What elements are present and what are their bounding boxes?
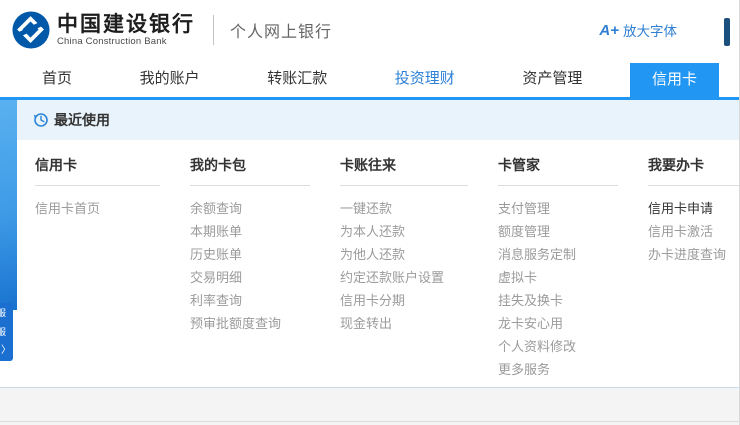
menu-item[interactable]: 为他人还款	[340, 243, 498, 266]
font-zoom-a-plus-icon: A+	[599, 22, 619, 39]
left-floating-banner	[0, 100, 17, 310]
menu-column-title: 信用卡	[35, 155, 160, 186]
online-banking-page: 中国建设银行 China Construction Bank 个人网上银行 A+…	[0, 0, 740, 425]
footer-divider	[0, 421, 739, 422]
menu-item[interactable]: 龙卡安心用	[498, 312, 648, 335]
menu-item[interactable]: 挂失及换卡	[498, 289, 648, 312]
credit-card-megamenu: 最近使用 信用卡信用卡首页我的卡包余额查询本期账单历史账单交易明细利率查询预审批…	[0, 100, 739, 387]
menu-item[interactable]: 信用卡分期	[340, 289, 498, 312]
menu-item[interactable]: 额度管理	[498, 220, 648, 243]
menu-column: 卡管家支付管理额度管理消息服务定制虚拟卡挂失及换卡龙卡安心用个人资料修改更多服务	[498, 155, 648, 381]
menu-item[interactable]: 利率查询	[190, 289, 340, 312]
menu-item[interactable]: 消息服务定制	[498, 243, 648, 266]
side-widget-text-fragment: 服	[0, 308, 6, 318]
menu-column-title: 我要办卡	[648, 155, 739, 186]
recent-used-bar: 最近使用	[0, 100, 739, 140]
megamenu-columns: 信用卡信用卡首页我的卡包余额查询本期账单历史账单交易明细利率查询预审批额度查询卡…	[0, 140, 739, 381]
menu-item[interactable]: 支付管理	[498, 197, 648, 220]
menu-column: 我要办卡信用卡申请信用卡激活办卡进度查询	[648, 155, 739, 381]
header: 中国建设银行 China Construction Bank 个人网上银行 A+…	[0, 0, 739, 60]
main-nav: 首页我的账户转账汇款投资理财资产管理信用卡	[0, 60, 739, 100]
bank-name-block: 中国建设银行 China Construction Bank	[57, 13, 195, 47]
menu-item[interactable]: 交易明细	[190, 266, 340, 289]
recent-used-label: 最近使用	[54, 110, 110, 130]
side-widget-text-fragment: 服	[0, 327, 6, 337]
menu-item[interactable]: 一键还款	[340, 197, 498, 220]
nav-tab-1[interactable]: 我的账户	[120, 60, 220, 97]
bank-name-cn: 中国建设银行	[57, 13, 195, 36]
menu-column: 卡账往来一键还款为本人还款为他人还款约定还款账户设置信用卡分期现金转出	[340, 155, 498, 381]
menu-item[interactable]: 余额查询	[190, 197, 340, 220]
nav-tab-3[interactable]: 投资理财	[375, 60, 475, 97]
menu-item[interactable]: 本期账单	[190, 220, 340, 243]
menu-column-title: 卡管家	[498, 155, 618, 186]
enlarge-font-button[interactable]: A+ 放大字体	[599, 20, 677, 40]
menu-item[interactable]: 虚拟卡	[498, 266, 648, 289]
menu-item[interactable]: 预审批额度查询	[190, 312, 340, 335]
bank-name-en: China Construction Bank	[57, 36, 195, 47]
nav-tab-5[interactable]: 信用卡	[630, 63, 719, 97]
menu-item[interactable]: 个人资料修改	[498, 335, 648, 358]
nav-tab-0[interactable]: 首页	[22, 60, 92, 97]
history-clock-icon	[33, 112, 49, 128]
nav-tab-4[interactable]: 资产管理	[502, 60, 602, 97]
menu-item[interactable]: 信用卡申请	[648, 197, 739, 220]
portal-title: 个人网上银行	[230, 18, 332, 42]
ccb-logo-icon	[12, 11, 50, 49]
menu-item[interactable]: 信用卡激活	[648, 220, 739, 243]
menu-item[interactable]: 约定还款账户设置	[340, 266, 498, 289]
menu-column: 信用卡信用卡首页	[35, 155, 190, 381]
scrollbar-thumb[interactable]	[724, 18, 730, 46]
menu-item[interactable]: 现金转出	[340, 312, 498, 335]
font-zoom-label: 放大字体	[623, 20, 677, 40]
chevron-right-icon: 〉	[1, 346, 11, 356]
menu-item[interactable]: 信用卡首页	[35, 197, 190, 220]
menu-item[interactable]: 更多服务	[498, 358, 648, 381]
menu-item[interactable]: 为本人还款	[340, 220, 498, 243]
header-divider	[213, 15, 214, 45]
menu-column-title: 我的卡包	[190, 155, 310, 186]
menu-column-title: 卡账往来	[340, 155, 468, 186]
nav-tab-2[interactable]: 转账汇款	[247, 60, 347, 97]
side-widget-tab[interactable]: 服 服 〉	[0, 303, 13, 361]
page-footer	[0, 387, 739, 425]
menu-column: 我的卡包余额查询本期账单历史账单交易明细利率查询预审批额度查询	[190, 155, 340, 381]
menu-item[interactable]: 历史账单	[190, 243, 340, 266]
menu-item[interactable]: 办卡进度查询	[648, 243, 739, 266]
